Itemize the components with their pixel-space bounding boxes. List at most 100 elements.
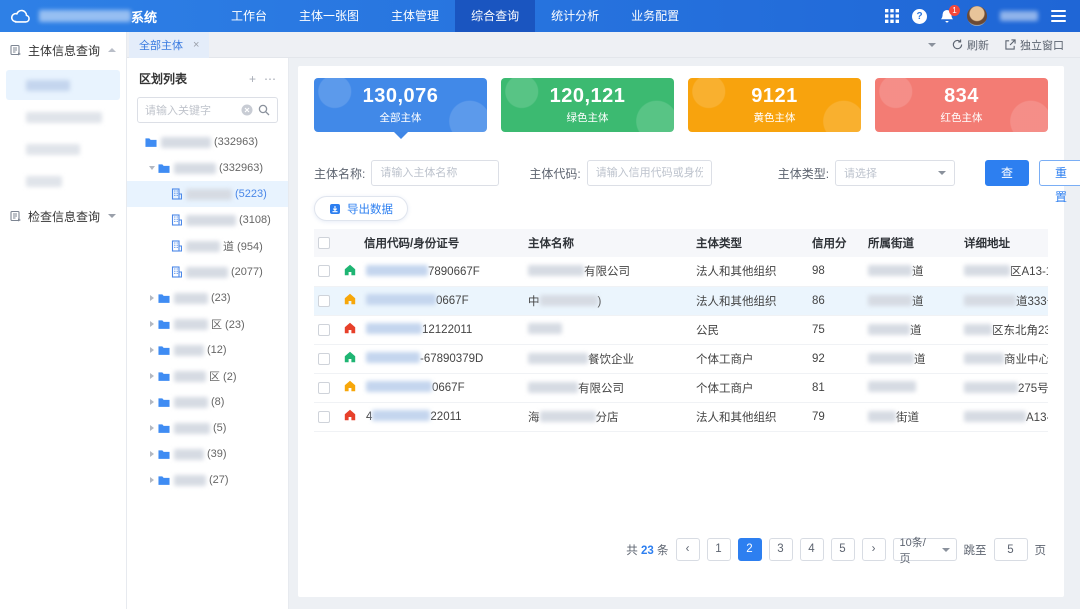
credit-code-link[interactable]: 0667F xyxy=(362,373,524,402)
row-checkbox[interactable] xyxy=(318,324,330,336)
tree-item-label: (23) xyxy=(211,292,231,304)
row-checkbox[interactable] xyxy=(318,353,330,365)
tree-item[interactable]: (23) xyxy=(127,285,288,311)
tree-item-label: (39) xyxy=(207,448,227,460)
close-icon[interactable]: × xyxy=(193,39,199,51)
subject-code-input[interactable] xyxy=(587,160,712,186)
nav-item[interactable]: 综合查询 xyxy=(455,0,535,32)
sidebar-item[interactable] xyxy=(6,134,120,164)
table-row[interactable]: 0667F中)法人和其他组织86道道333号 xyxy=(314,286,1048,315)
navbar-right: ? 1 xyxy=(885,6,1066,26)
sidebar-item[interactable] xyxy=(6,166,120,196)
stat-card-green[interactable]: 120,121绿色主体 xyxy=(501,78,674,132)
select-all-checkbox[interactable] xyxy=(318,237,330,249)
subject-type-select[interactable]: 请选择 xyxy=(835,160,955,186)
redacted-text xyxy=(868,295,912,306)
credit-score-cell: 79 xyxy=(808,402,864,431)
credit-code-link[interactable]: -67890379D xyxy=(362,344,524,373)
nav-item[interactable]: 统计分析 xyxy=(535,0,615,32)
sidebar-item[interactable] xyxy=(6,70,120,100)
address-cell: 275号 xyxy=(960,373,1048,402)
tree-arrow-icon[interactable] xyxy=(146,321,158,327)
page-button-3[interactable]: 3 xyxy=(769,538,793,561)
page-button-2[interactable]: 2 xyxy=(738,538,762,561)
tree-item[interactable]: 区 (2) xyxy=(127,363,288,389)
table-row[interactable]: 0667F有限公司个体工商户81275号 xyxy=(314,373,1048,402)
page-button-5[interactable]: 5 xyxy=(831,538,855,561)
export-data-button[interactable]: 导出数据 xyxy=(314,196,408,221)
tree-item[interactable]: (39) xyxy=(127,441,288,467)
table-row[interactable]: -67890379D餐饮企业个体工商户92道商业中心 xyxy=(314,344,1048,373)
tree-arrow-icon[interactable] xyxy=(146,373,158,379)
user-avatar[interactable] xyxy=(967,6,987,26)
help-icon[interactable]: ? xyxy=(912,9,927,24)
table-row[interactable]: 422011海分店法人和其他组织79街道A13-3栋 xyxy=(314,402,1048,431)
hamburger-menu-icon[interactable] xyxy=(1051,10,1066,22)
stat-card-red[interactable]: 834红色主体 xyxy=(875,78,1048,132)
tree-search-input[interactable]: 请输入关键字 xyxy=(137,97,278,123)
column-header: 所属街道 xyxy=(864,229,960,257)
subject-name-input[interactable] xyxy=(371,160,499,186)
page-size-select[interactable]: 10条/页 xyxy=(893,538,957,561)
search-button[interactable]: 查询 xyxy=(985,160,1029,186)
page-button-4[interactable]: 4 xyxy=(800,538,824,561)
redacted-text xyxy=(26,80,70,91)
tab-all-subjects[interactable]: 全部主体 × xyxy=(129,32,209,58)
tree-item[interactable]: (5) xyxy=(127,415,288,441)
credit-code-link[interactable]: 422011 xyxy=(362,402,524,431)
credit-code-link[interactable]: 7890667F xyxy=(362,257,524,286)
tree-arrow-icon[interactable] xyxy=(146,295,158,301)
refresh-button[interactable]: 刷新 xyxy=(952,37,989,53)
credit-code-link[interactable]: 0667F xyxy=(362,286,524,315)
tree-arrow-icon[interactable] xyxy=(146,451,158,457)
tree-item[interactable]: 区 (23) xyxy=(127,311,288,337)
tree-item[interactable]: (3108) xyxy=(127,207,288,233)
tree-item[interactable]: (8) xyxy=(127,389,288,415)
nav-item[interactable]: 业务配置 xyxy=(615,0,695,32)
search-icon[interactable] xyxy=(258,104,270,116)
row-checkbox[interactable] xyxy=(318,411,330,423)
jump-page-input[interactable] xyxy=(994,538,1028,561)
add-icon[interactable]: + xyxy=(249,72,256,86)
prev-page-button[interactable]: ‹ xyxy=(676,538,700,561)
table-row[interactable]: 12122011公民75道区东北角23米 xyxy=(314,315,1048,344)
stat-card-orange[interactable]: 9121黄色主体 xyxy=(688,78,861,132)
page-button-1[interactable]: 1 xyxy=(707,538,731,561)
tree-arrow-icon[interactable] xyxy=(146,166,158,170)
nav-item[interactable]: 主体一张图 xyxy=(283,0,375,32)
apps-grid-icon[interactable] xyxy=(885,9,899,23)
redacted-text xyxy=(174,163,216,174)
credit-code-link[interactable]: 12122011 xyxy=(362,315,524,344)
notification-bell-icon[interactable]: 1 xyxy=(940,9,954,24)
reset-button[interactable]: 重置 xyxy=(1039,160,1080,186)
cloud-logo-icon[interactable] xyxy=(10,9,32,24)
sidebar-group[interactable]: 检查信息查询 xyxy=(0,198,126,234)
sidebar-item[interactable] xyxy=(6,102,120,132)
tree-item[interactable]: (332963) xyxy=(127,129,288,155)
row-checkbox[interactable] xyxy=(318,295,330,307)
tree-item[interactable]: 道 (954) xyxy=(127,233,288,259)
more-icon[interactable]: ⋯ xyxy=(264,72,276,86)
table-row[interactable]: 7890667F有限公司法人和其他组织98道区A13-1栋 xyxy=(314,257,1048,286)
next-page-button[interactable]: › xyxy=(862,538,886,561)
nav-item[interactable]: 工作台 xyxy=(215,0,283,32)
chevron-down-icon[interactable] xyxy=(928,43,936,47)
stat-card-blue[interactable]: 130,076全部主体 xyxy=(314,78,487,132)
tree-arrow-icon[interactable] xyxy=(146,347,158,353)
tree-item[interactable]: (5223) xyxy=(127,181,288,207)
clear-icon[interactable] xyxy=(241,104,253,116)
tree-item[interactable]: (332963) xyxy=(127,155,288,181)
folder-icon xyxy=(158,475,170,486)
tree-item[interactable]: (12) xyxy=(127,337,288,363)
popout-window-button[interactable]: 独立窗口 xyxy=(1005,37,1064,53)
sidebar-group[interactable]: 主体信息查询 xyxy=(0,32,126,68)
tree-arrow-icon[interactable] xyxy=(146,425,158,431)
row-checkbox[interactable] xyxy=(318,382,330,394)
nav-item[interactable]: 主体管理 xyxy=(375,0,455,32)
address-cell: A13-3栋 xyxy=(960,402,1048,431)
row-checkbox[interactable] xyxy=(318,265,330,277)
tree-arrow-icon[interactable] xyxy=(146,399,158,405)
tree-arrow-icon[interactable] xyxy=(146,477,158,483)
tree-item[interactable]: (27) xyxy=(127,467,288,493)
tree-item[interactable]: (2077) xyxy=(127,259,288,285)
